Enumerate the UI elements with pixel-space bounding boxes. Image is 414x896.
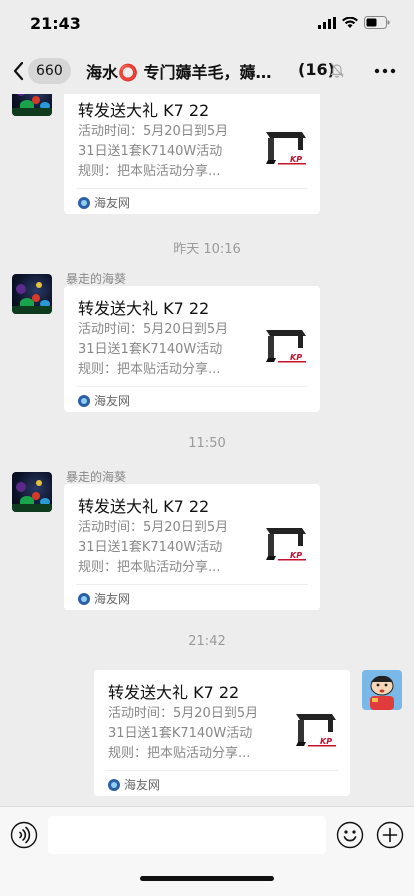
timestamp: 21:42: [188, 634, 226, 649]
card-desc-line: 活动时间：5月20日到5月: [78, 124, 229, 139]
svg-text:KP: KP: [290, 551, 302, 560]
more-icon[interactable]: [374, 60, 396, 82]
wifi-icon: [342, 16, 358, 28]
card-divider: [76, 386, 308, 387]
back-chevron-icon: [13, 61, 24, 81]
card-source: 海友网: [78, 194, 130, 211]
card-divider: [76, 188, 308, 189]
source-icon: [78, 592, 90, 605]
card-title: 转发送大礼 K7 22: [78, 101, 210, 120]
card-desc-line: 31日送1套K7140W活动: [78, 144, 223, 159]
card-source-label: 海友网: [94, 196, 131, 210]
card-source-label: 海友网: [124, 778, 161, 792]
home-indicator[interactable]: [140, 876, 274, 881]
link-card[interactable]: 转发送大礼 K7 22 活动时间：5月20日到5月 31日送1套K7140W活动…: [94, 670, 350, 796]
chat-header: 660 海水⭕ 专门薅羊毛，薅… (16): [0, 48, 414, 94]
lamp-thumbnail-icon: KP: [266, 330, 306, 363]
svg-text:KP: KP: [290, 155, 302, 164]
emoji-icon[interactable]: [336, 821, 364, 849]
link-card[interactable]: 转发送大礼 K7 22 活动时间：5月20日到5月 31日送1套K7140W活动…: [64, 484, 320, 610]
lamp-thumbnail-icon: KP: [296, 714, 336, 747]
timestamp: 11:50: [188, 436, 226, 451]
card-desc-line: 活动时间：5月20日到5月: [108, 706, 259, 721]
card-description: 活动时间：5月20日到5月 31日送1套K7140W活动 规则：把本贴活动分享.…: [78, 320, 250, 380]
chat-title: 海水⭕ 专门薅羊毛，薅…: [86, 63, 272, 82]
card-desc-line: 规则：把本贴活动分享...: [78, 164, 221, 179]
card-title: 转发送大礼 K7 22: [78, 299, 210, 318]
message-list[interactable]: 转发送大礼 K7 22 活动时间：5月20日到5月 31日送1套K7140W活动…: [0, 94, 414, 806]
back-button[interactable]: 660: [12, 58, 71, 84]
link-card[interactable]: 转发送大礼 K7 22 活动时间：5月20日到5月 31日送1套K7140W活动…: [64, 94, 320, 214]
lamp-thumbnail-icon: KP: [266, 528, 306, 561]
signal-icon: [318, 16, 336, 29]
card-source: 海友网: [108, 776, 160, 793]
card-source: 海友网: [78, 392, 130, 409]
source-icon: [108, 778, 120, 791]
svg-text:KP: KP: [290, 353, 302, 362]
status-time: 21:43: [30, 14, 81, 33]
card-title: 转发送大礼 K7 22: [108, 683, 240, 702]
card-desc-line: 31日送1套K7140W活动: [78, 342, 223, 357]
card-description: 活动时间：5月20日到5月 31日送1套K7140W活动 规则：把本贴活动分享.…: [108, 704, 280, 764]
link-card[interactable]: 转发送大礼 K7 22 活动时间：5月20日到5月 31日送1套K7140W活动…: [64, 286, 320, 412]
card-desc-line: 活动时间：5月20日到5月: [78, 520, 229, 535]
source-icon: [78, 394, 90, 407]
card-divider: [106, 770, 338, 771]
card-source-label: 海友网: [94, 394, 131, 408]
sender-name: 暴走的海葵: [66, 470, 127, 484]
plus-icon[interactable]: [376, 821, 404, 849]
sender-name: 暴走的海葵: [66, 272, 127, 286]
unread-count-badge: 660: [28, 58, 71, 84]
message-input[interactable]: [48, 816, 326, 854]
card-source: 海友网: [78, 590, 130, 607]
status-bar: 21:43: [0, 0, 414, 48]
card-description: 活动时间：5月20日到5月 31日送1套K7140W活动 规则：把本贴活动分享.…: [78, 518, 250, 578]
lamp-thumbnail-icon: KP: [266, 132, 306, 165]
svg-text:KP: KP: [320, 737, 332, 746]
avatar[interactable]: [12, 94, 52, 116]
avatar[interactable]: [12, 274, 52, 314]
cartoon-avatar-icon: [362, 670, 402, 710]
status-icons: [318, 16, 390, 29]
card-divider: [76, 584, 308, 585]
card-desc-line: 31日送1套K7140W活动: [108, 726, 253, 741]
card-desc-line: 31日送1套K7140W活动: [78, 540, 223, 555]
card-desc-line: 规则：把本贴活动分享...: [78, 362, 221, 377]
source-icon: [78, 196, 90, 209]
self-avatar[interactable]: [362, 670, 402, 710]
battery-icon: [364, 16, 390, 29]
card-desc-line: 规则：把本贴活动分享...: [108, 746, 251, 761]
avatar[interactable]: [12, 472, 52, 512]
card-desc-line: 活动时间：5月20日到5月: [78, 322, 229, 337]
input-bar: [0, 806, 414, 896]
card-description: 活动时间：5月20日到5月 31日送1套K7140W活动 规则：把本贴活动分享.…: [78, 122, 250, 182]
timestamp: 昨天 10:16: [173, 242, 241, 257]
card-title: 转发送大礼 K7 22: [78, 497, 210, 516]
card-source-label: 海友网: [94, 592, 131, 606]
mute-bell-icon: [330, 62, 344, 78]
card-desc-line: 规则：把本贴活动分享...: [78, 560, 221, 575]
voice-icon[interactable]: [10, 821, 38, 849]
